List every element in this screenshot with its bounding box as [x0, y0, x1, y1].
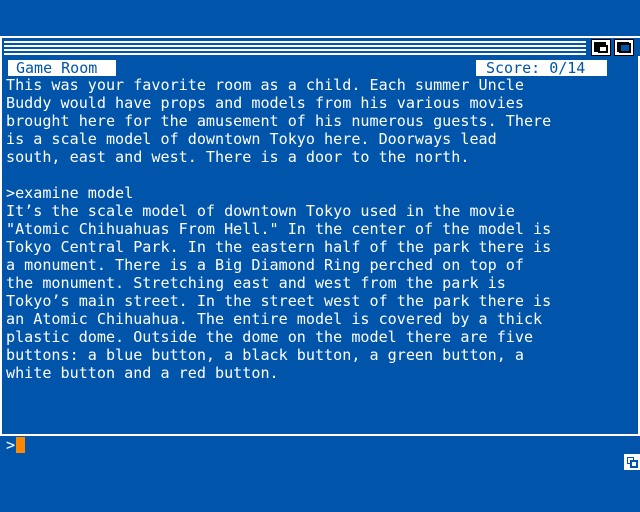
title-bar-drag-area[interactable]	[4, 41, 586, 55]
depth-front-icon[interactable]	[614, 39, 634, 56]
command-echo-line: >examine model	[6, 184, 134, 202]
story-line: Tokyo’s main street. In the street west …	[6, 292, 552, 310]
story-line: buttons: a blue button, a black button, …	[6, 346, 524, 364]
location-label: Game Room	[8, 60, 116, 76]
game-window: Game Room Score: 0/14 This was your favo…	[0, 36, 640, 470]
story-line: is a scale model of downtown Tokyo here.…	[6, 130, 497, 148]
prompt-symbol: >	[6, 436, 16, 454]
story-line: white button and a red button.	[6, 364, 279, 382]
story-text: This was your favorite room as a child. …	[6, 76, 616, 382]
text-cursor	[16, 437, 26, 453]
story-line: an Atomic Chihuahua. The entire model is…	[6, 310, 543, 328]
depth-front-icon-front	[619, 43, 631, 53]
story-line	[6, 166, 616, 184]
story-line: Buddy would have props and models from h…	[6, 94, 524, 112]
story-line: It’s the scale model of downtown Tokyo u…	[6, 202, 515, 220]
story-line: Tokyo Central Park. In the eastern half …	[6, 238, 552, 256]
resize-icon[interactable]	[624, 454, 640, 470]
story-line: This was your favorite room as a child. …	[6, 76, 524, 94]
window-title-bar[interactable]	[2, 36, 640, 56]
depth-back-icon-front	[598, 45, 608, 53]
story-line: the monument. Stretching east and west f…	[6, 274, 506, 292]
depth-back-icon[interactable]	[591, 39, 611, 56]
resize-icon-large	[630, 460, 638, 468]
story-line: plastic dome. Outside the dome on the mo…	[6, 328, 534, 346]
story-line: south, east and west. There is a door to…	[6, 148, 470, 166]
story-line: a monument. There is a Big Diamond Ring …	[6, 256, 524, 274]
story-line: "Atomic Chihuahuas From Hell." In the ce…	[6, 220, 552, 238]
command-input[interactable]: >	[6, 436, 26, 454]
story-line: brought here for the amusement of his nu…	[6, 112, 552, 130]
score-label: Score: 0/14	[476, 60, 607, 76]
